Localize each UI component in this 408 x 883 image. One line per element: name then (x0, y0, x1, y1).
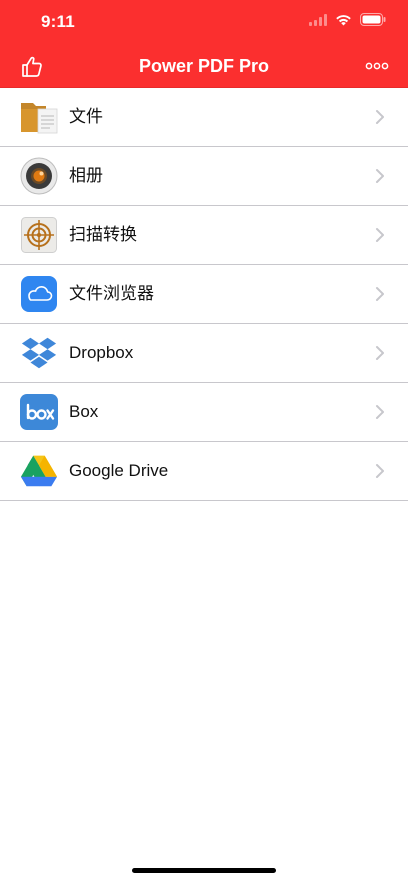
list-item-label: 文件浏览器 (69, 284, 154, 303)
box-icon (20, 393, 58, 431)
chevron-right-icon (374, 404, 386, 420)
status-icons (309, 13, 386, 31)
signal-icon (309, 13, 327, 31)
more-icon[interactable] (364, 56, 390, 76)
list-item-label: Dropbox (69, 343, 134, 362)
source-list: 文件 相册 扫描转换 文件浏览器 Dropbox Box Google Driv… (0, 88, 408, 501)
list-item-label: 扫描转换 (69, 225, 137, 244)
home-indicator[interactable] (132, 868, 276, 873)
wifi-icon (335, 13, 352, 31)
list-item-photos[interactable]: 相册 (0, 147, 408, 206)
list-item-label: Google Drive (69, 461, 169, 480)
chevron-right-icon (374, 286, 386, 302)
list-item-dropbox[interactable]: Dropbox (0, 324, 408, 383)
list-item-files[interactable]: 文件 (0, 88, 408, 147)
dropbox-icon (20, 334, 58, 372)
nav-bar: Power PDF Pro (0, 44, 408, 88)
google-drive-icon (20, 452, 58, 490)
battery-icon (360, 13, 386, 31)
camera-icon (20, 157, 58, 195)
chevron-right-icon (374, 109, 386, 125)
list-item-scan[interactable]: 扫描转换 (0, 206, 408, 265)
list-item-label: Box (69, 402, 99, 421)
page-title: Power PDF Pro (138, 56, 270, 76)
status-bar: 9:11 (0, 0, 408, 44)
list-item-label: 相册 (69, 166, 103, 185)
list-item-box[interactable]: Box (0, 383, 408, 442)
chevron-right-icon (374, 227, 386, 243)
chevron-right-icon (374, 345, 386, 361)
chevron-right-icon (374, 168, 386, 184)
list-item-label: 文件 (69, 107, 103, 126)
list-item-google-drive[interactable]: Google Drive (0, 442, 408, 501)
chevron-right-icon (374, 463, 386, 479)
list-item-file-browser[interactable]: 文件浏览器 (0, 265, 408, 324)
scan-target-icon (20, 216, 58, 254)
icloud-icon (20, 275, 58, 313)
folder-icon (20, 98, 58, 136)
status-time: 9:11 (41, 12, 75, 31)
